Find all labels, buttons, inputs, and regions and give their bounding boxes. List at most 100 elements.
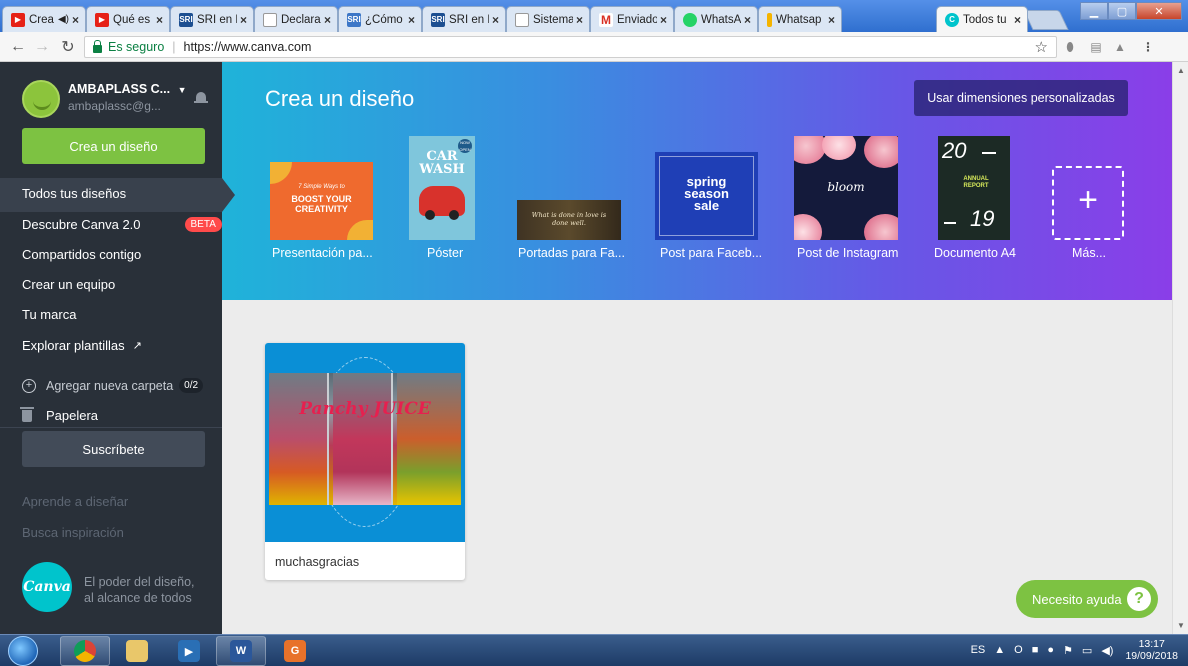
design-card[interactable]: Panchy JUICE muchasgracias	[265, 343, 465, 580]
nav-trash[interactable]: Papelera	[20, 406, 98, 423]
browser-tab-6[interactable]: SRI SRI en Lí ×	[422, 6, 506, 32]
template-label[interactable]: Documento A4	[934, 246, 1016, 260]
nav-templates[interactable]: Explorar plantillas ↗	[22, 338, 142, 353]
plus-circle-icon: +	[22, 378, 36, 393]
template-label[interactable]: Portadas para Fa...	[518, 246, 625, 260]
star-icon[interactable]: ☆	[1035, 38, 1048, 56]
nav-discover[interactable]: Descubre Canva 2.0 BETA	[22, 217, 222, 232]
tagline-line-1: El poder del diseño,	[84, 575, 195, 589]
tray-arrow-icon[interactable]: ▲	[994, 644, 1005, 656]
url-field[interactable]: Es seguro | https://www.canva.com ☆	[84, 36, 1057, 58]
start-button[interactable]	[8, 636, 38, 666]
minimize-button[interactable]: ▁	[1080, 2, 1108, 20]
close-tab-icon[interactable]: ×	[156, 13, 163, 27]
clock-date: 19/09/2018	[1125, 650, 1178, 662]
subscribe-button[interactable]: Suscríbete	[22, 431, 205, 467]
flower-shape	[864, 214, 898, 240]
extension-icon[interactable]: ▤	[1088, 39, 1104, 55]
shield-extension-icon[interactable]: ⬮	[1062, 39, 1078, 55]
browser-tab-10[interactable]: Whatsap ×	[758, 6, 842, 32]
close-tab-icon[interactable]: ×	[408, 13, 415, 27]
browser-tab-1[interactable]: ▶ Crea ◀) ×	[2, 6, 86, 32]
template-label[interactable]: Póster	[427, 246, 463, 260]
close-tab-icon[interactable]: ×	[828, 13, 835, 27]
taskbar-word[interactable]: W	[216, 636, 266, 666]
template-label[interactable]: Presentación pa...	[272, 246, 373, 260]
network-icon[interactable]: ▭	[1082, 644, 1092, 657]
thumb-text-2: ANNUAL REPORT	[963, 176, 989, 189]
custom-dimensions-button[interactable]: Usar dimensiones personalizadas	[914, 80, 1128, 116]
flag-icon[interactable]: ⚑	[1063, 644, 1073, 657]
close-tab-icon[interactable]: ×	[1014, 13, 1021, 27]
taskbar-explorer[interactable]	[112, 636, 162, 666]
template-label[interactable]: Post de Instagram	[797, 246, 898, 260]
learn-link[interactable]: Aprende a diseñar	[22, 494, 128, 509]
profile-icon[interactable]: ▲	[1112, 39, 1128, 55]
create-design-banner: Crea un diseño Usar dimensiones personal…	[222, 62, 1172, 300]
design-thumbnail[interactable]: Panchy JUICE	[265, 343, 465, 542]
browser-tab-9[interactable]: WhatsAp ×	[674, 6, 758, 32]
new-tab-button[interactable]	[1023, 10, 1069, 30]
volume-icon[interactable]: ◀)	[1101, 644, 1113, 657]
thumb-text: spring season sale	[684, 174, 729, 213]
nav-brand[interactable]: Tu marca	[22, 307, 76, 322]
vertical-scrollbar[interactable]: ▲ ▼	[1172, 62, 1188, 634]
thumb-text: BOOST YOUR CREATIVITY	[291, 194, 352, 214]
account-menu[interactable]: AMBAPLASS C... ▼ ambaplassc@g...	[22, 76, 212, 124]
browser-tab-7[interactable]: Sistema ×	[506, 6, 590, 32]
taskbar-pdf[interactable]: G	[270, 636, 320, 666]
close-tab-icon[interactable]: ×	[492, 13, 499, 27]
browser-tab-3[interactable]: SRI SRI en Lí ×	[170, 6, 254, 32]
close-window-button[interactable]: ✕	[1136, 2, 1182, 20]
create-design-button[interactable]: Crea un diseño	[22, 128, 205, 164]
sync-icon[interactable]: O	[1014, 644, 1023, 656]
avatar[interactable]	[22, 80, 60, 118]
close-tab-icon[interactable]: ×	[660, 13, 667, 27]
inspiration-link[interactable]: Busca inspiración	[22, 525, 124, 540]
chrome-icon	[74, 640, 96, 662]
template-label[interactable]: Más...	[1072, 246, 1106, 260]
template-facebook-cover[interactable]: What is done in love is done well.	[517, 200, 621, 240]
app-tray-icon[interactable]: ●	[1047, 644, 1054, 656]
close-tab-icon[interactable]: ×	[576, 13, 583, 27]
template-label[interactable]: Post para Faceb...	[660, 246, 762, 260]
browser-tab-4[interactable]: Declarac ×	[254, 6, 338, 32]
nav-all-designs[interactable]: Todos tus diseños	[22, 186, 126, 201]
taskbar-chrome[interactable]	[60, 636, 110, 666]
design-title[interactable]: muchasgracias	[275, 555, 359, 569]
browser-tab-active[interactable]: C Todos tu ×	[936, 6, 1028, 32]
maximize-button[interactable]: ▢	[1108, 2, 1136, 20]
canva-icon: C	[945, 12, 959, 27]
bell-icon[interactable]	[194, 90, 208, 106]
dash-line	[944, 222, 956, 224]
clock[interactable]: 13:17 19/09/2018	[1125, 638, 1178, 662]
language-indicator[interactable]: ES	[971, 644, 986, 656]
close-tab-icon[interactable]: ×	[324, 13, 331, 27]
caret-down-icon[interactable]: ▼	[178, 85, 187, 95]
template-poster[interactable]: NOW OPEN CAR WASH	[409, 136, 475, 240]
template-document-a4[interactable]: 20 ANNUAL REPORT 19	[938, 136, 1010, 240]
nav-team[interactable]: Crear un equipo	[22, 277, 115, 292]
close-tab-icon[interactable]: ×	[240, 13, 247, 27]
usb-icon[interactable]: ■	[1032, 644, 1039, 656]
menu-icon[interactable]: ⋮	[1140, 39, 1156, 55]
template-facebook-post[interactable]: spring season sale	[655, 152, 758, 240]
browser-tab-2[interactable]: ▶ Qué es C ×	[86, 6, 170, 32]
reload-icon[interactable]: ↻	[58, 37, 78, 57]
scroll-up-icon[interactable]: ▲	[1177, 66, 1185, 75]
browser-tab-5[interactable]: SRI ¿Cómo p ×	[338, 6, 422, 32]
close-tab-icon[interactable]: ×	[72, 13, 79, 27]
template-presentation[interactable]: 7 Simple Ways to BOOST YOUR CREATIVITY	[270, 162, 373, 240]
forward-arrow-icon[interactable]: →	[32, 37, 52, 57]
template-more[interactable]: +	[1052, 166, 1124, 240]
nav-shared[interactable]: Compartidos contigo	[22, 247, 141, 262]
add-folder-button[interactable]: + Agregar nueva carpeta 0/2	[22, 378, 204, 393]
back-arrow-icon[interactable]: ←	[8, 37, 28, 57]
browser-tab-8[interactable]: M Enviados ×	[590, 6, 674, 32]
tagline: El poder del diseño, al alcance de todos	[84, 574, 195, 606]
template-instagram-post[interactable]: bloom	[794, 136, 898, 240]
help-button[interactable]: Necesito ayuda ?	[1016, 580, 1158, 618]
close-tab-icon[interactable]: ×	[744, 13, 751, 27]
taskbar-media[interactable]: ▶	[164, 636, 214, 666]
scroll-down-icon[interactable]: ▼	[1177, 621, 1185, 630]
